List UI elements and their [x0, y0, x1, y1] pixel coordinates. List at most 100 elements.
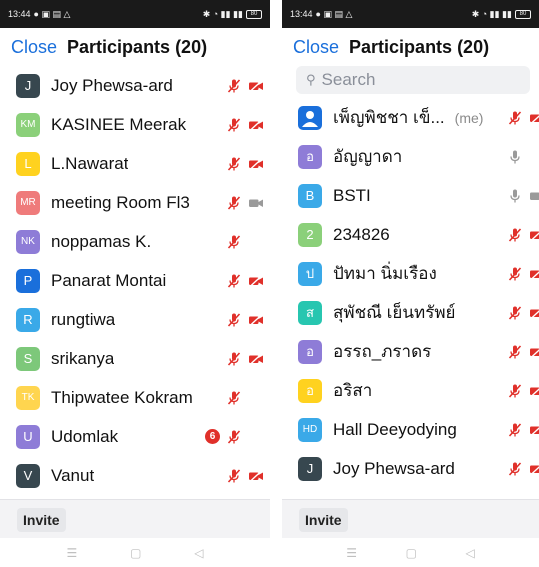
mic-muted-icon: [507, 305, 523, 321]
participant-list: J Joy Phewsa-ard KM KASINEE Meerak L L.Nawara…: [0, 66, 270, 495]
avatar: P: [16, 268, 40, 293]
close-button[interactable]: Close: [293, 37, 339, 58]
participant-name: KASINEE Meerak: [51, 114, 187, 134]
invite-button[interactable]: Invite: [17, 507, 66, 532]
participant-status-icons: [226, 195, 264, 211]
participant-row[interactable]: อ อัญญาดา: [282, 137, 539, 176]
participant-name: อัญญาดา: [333, 147, 403, 166]
notification-icons: ● ▣ ▤ △: [33, 8, 71, 19]
mic-muted-icon: [226, 117, 242, 133]
participant-row[interactable]: อ อรรถ_ภราดร: [282, 332, 539, 371]
avatar: [298, 105, 322, 130]
avatar: ส: [298, 300, 322, 325]
video-off-icon: [529, 110, 539, 126]
search-icon: ⚲: [306, 72, 316, 87]
participant-row[interactable]: Rrungtiwa: [0, 300, 270, 339]
participant-row[interactable]: P Panarat Montai: [0, 261, 270, 300]
participant-status-icons: [226, 117, 264, 133]
search-input[interactable]: ⚲ Search: [296, 66, 530, 94]
mic-muted-icon: [226, 468, 242, 484]
video-off-icon: [248, 117, 264, 133]
avatar: MR: [16, 190, 40, 215]
participant-row[interactable]: NK noppamas K.: [0, 222, 270, 261]
participants-screen-right: 13:44 ● ▣ ▤ △ ✱ ◔ ▮▮ ▮▮ 80 Close Partici…: [282, 0, 539, 567]
participant-row[interactable]: J Joy Phewsa-ard: [282, 449, 539, 488]
avatar: KM: [16, 112, 40, 137]
back-nav-icon[interactable]: ◁: [194, 546, 203, 560]
mic-icon: [507, 149, 523, 165]
participant-row[interactable]: Ssrikanya: [0, 339, 270, 378]
participant-row[interactable]: U Udomlak 6: [0, 417, 270, 456]
mic-icon: [507, 188, 523, 204]
participant-status-icons: 6: [205, 429, 264, 445]
participant-row[interactable]: 2 234826: [282, 215, 539, 254]
video-off-icon: [529, 383, 539, 399]
signal-icons: ✱ ◔ ▮▮ ▮▮: [471, 8, 512, 19]
video-off-icon: [248, 312, 264, 328]
mic-muted-icon: [507, 344, 523, 360]
video-off-icon: [248, 351, 264, 367]
participant-row[interactable]: ส สุพัชณี เย็นทรัพย์: [282, 293, 539, 332]
page-title: Participants (20): [349, 36, 490, 57]
notification-icons: ● ▣ ▤ △: [315, 8, 353, 19]
participant-name: 234826: [333, 224, 390, 244]
participant-name: srikanya: [51, 348, 115, 368]
participant-row[interactable]: KM KASINEE Meerak: [0, 105, 270, 144]
participant-list: เพ็ญพิชชา เข็... (me) อ อัญญาดา B BSTI 2 234826…: [282, 98, 539, 488]
mic-muted-icon: [507, 266, 523, 282]
video-off-icon: [529, 461, 539, 477]
participant-status-icons: [226, 351, 264, 367]
status-time: 13:44: [8, 9, 31, 19]
participant-status-icons: [507, 461, 539, 477]
participant-row[interactable]: ป ปัทมา นิ่มเรือง: [282, 254, 539, 293]
avatar: TK: [16, 385, 40, 410]
participant-name: Panarat Montai: [51, 270, 167, 290]
participant-status-icons: [226, 78, 264, 94]
participant-status-icons: [226, 156, 264, 172]
chat-badge: 6: [205, 429, 220, 444]
participant-row[interactable]: L L.Nawarat: [0, 144, 270, 183]
avatar: NK: [16, 229, 40, 254]
participant-status-icons: [226, 234, 264, 250]
menu-nav-icon[interactable]: ☰: [346, 546, 357, 560]
home-nav-icon[interactable]: ▢: [130, 546, 141, 560]
participant-row[interactable]: TK Thipwatee Kokram: [0, 378, 270, 417]
participant-row[interactable]: HD Hall Deeyodying: [282, 410, 539, 449]
participant-status-icons: [226, 312, 264, 328]
invite-button[interactable]: Invite: [299, 507, 348, 532]
battery-icon: 80: [515, 9, 531, 19]
participant-row[interactable]: อ อริสา: [282, 371, 539, 410]
mic-muted-icon: [507, 227, 523, 243]
participant-status-icons: [226, 273, 264, 289]
page-title: Participants (20): [67, 36, 208, 57]
mic-muted-icon: [507, 383, 523, 399]
home-nav-icon[interactable]: ▢: [406, 546, 417, 560]
video-off-icon: [529, 422, 539, 438]
menu-nav-icon[interactable]: ☰: [66, 546, 77, 560]
participant-name: Udomlak: [51, 426, 119, 446]
android-nav-bar: ☰ ▢ ◁: [0, 538, 270, 567]
participant-name: BSTI: [333, 185, 371, 205]
header: Close Participants (20): [282, 28, 539, 66]
participant-name: อริสา: [333, 381, 373, 400]
me-tag: (me): [454, 109, 484, 126]
participant-name: เพ็ญพิชชา เข็...: [333, 108, 445, 127]
video-icon: [529, 188, 539, 204]
avatar: R: [16, 307, 40, 332]
video-off-icon: [529, 227, 539, 243]
participant-row[interactable]: MR meeting Room Fl3: [0, 183, 270, 222]
participant-row[interactable]: J Joy Phewsa-ard: [0, 66, 270, 105]
bottom-bar: Invite: [0, 499, 270, 539]
participant-row[interactable]: B BSTI: [282, 176, 539, 215]
participant-status-icons: [226, 390, 264, 406]
android-nav-bar: ☰ ▢ ◁: [282, 538, 539, 567]
participant-name: Vanut: [51, 465, 95, 485]
avatar: อ: [298, 378, 322, 403]
participant-row[interactable]: เพ็ญพิชชา เข็... (me): [282, 98, 539, 137]
close-button[interactable]: Close: [11, 37, 57, 58]
back-nav-icon[interactable]: ◁: [465, 546, 474, 560]
participant-name: Thipwatee Kokram: [51, 387, 193, 407]
avatar: อ: [298, 144, 322, 169]
mic-muted-icon: [226, 312, 242, 328]
participant-row[interactable]: V Vanut: [0, 456, 270, 495]
